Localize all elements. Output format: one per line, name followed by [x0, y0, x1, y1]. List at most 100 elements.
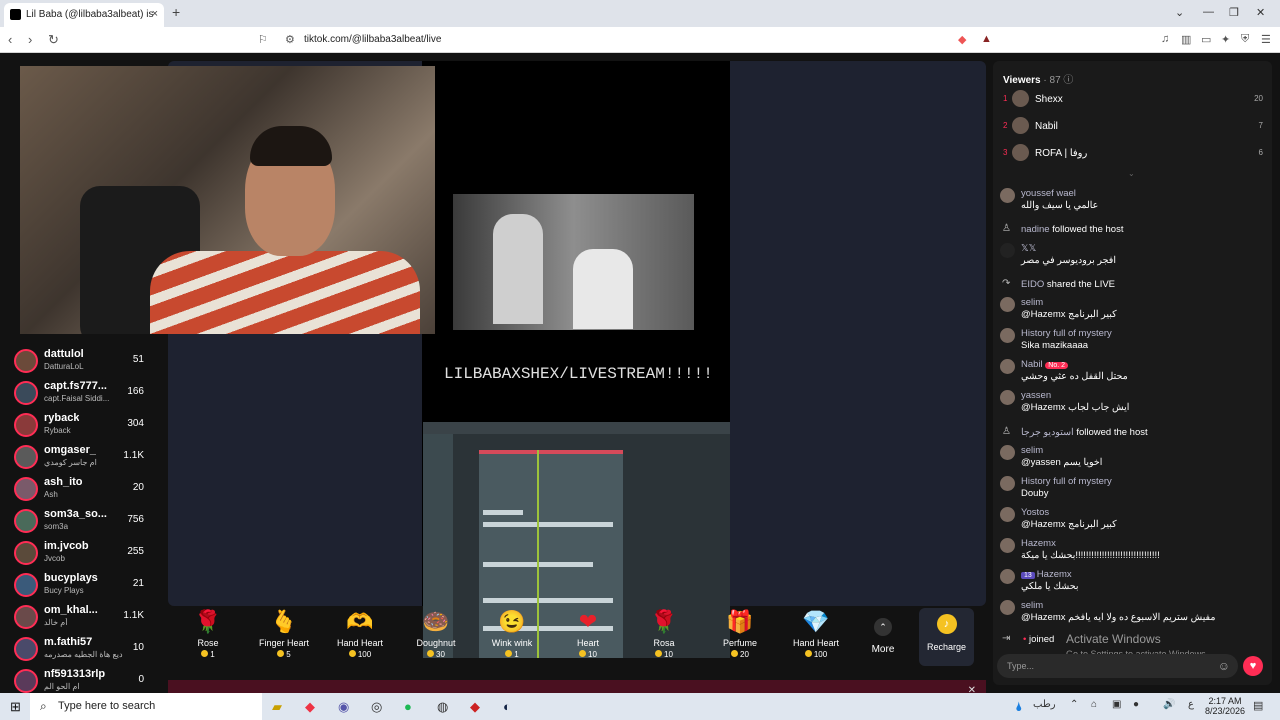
live-list-item[interactable]: som3a_so... som3a 756 [14, 507, 164, 537]
chat-text: محتل القفل ده عثي وحشي [1021, 371, 1128, 382]
chat-username[interactable]: 𝕏𝕏 [1021, 243, 1036, 254]
close-banner-icon[interactable]: ✕ [968, 685, 976, 693]
reload-icon[interactable]: ↻ [48, 32, 59, 48]
live-list-item[interactable]: nf591313rlp ام الحو الم 0 [14, 667, 164, 693]
coin-icon [277, 650, 285, 657]
gift-price: 10 [550, 650, 626, 659]
recharge-button[interactable]: ♪ Recharge [919, 608, 975, 666]
viewer-count: 10 [132, 642, 144, 653]
app-icon[interactable]: ◍ [437, 699, 448, 715]
top-viewer[interactable]: 3 ROFA | روفا 6 [1003, 144, 1263, 164]
gift-name: Finger Heart [258, 638, 310, 648]
site-info-icon[interactable]: ⚙ [285, 33, 295, 46]
chat-username[interactable]: selim [1021, 600, 1043, 611]
new-tab-button[interactable]: + [172, 4, 180, 20]
gift-item[interactable]: 🎁 Perfume 20 [702, 608, 778, 668]
info-icon[interactable]: ⓘ [1063, 75, 1073, 86]
discord-icon[interactable]: ◉ [338, 699, 349, 715]
tab-search-icon[interactable]: ⌄ [1175, 6, 1184, 19]
camera-icon[interactable]: ▣ [1112, 699, 1121, 710]
like-heart-button[interactable]: ♥ [1243, 656, 1263, 676]
brave-rewards-icon[interactable]: ▲ [981, 33, 992, 45]
gift-item[interactable]: 🫶 Hand Heart 100 [322, 608, 398, 668]
brave-browser-icon[interactable]: ◆ [305, 699, 315, 715]
chat-username[interactable]: youssef wael [1021, 188, 1076, 199]
network-icon[interactable]: ⌂ [1091, 699, 1097, 710]
app-icon[interactable]: ◆ [470, 699, 480, 715]
live-list-item[interactable]: im.jvcob Jvcob 255 [14, 539, 164, 569]
gift-item[interactable]: 🍩 Doughnut 30 [398, 608, 474, 668]
bookmark-icon[interactable]: ⚐ [258, 33, 268, 46]
emoji-icon[interactable]: ☺ [1218, 659, 1230, 673]
live-list-item[interactable]: ash_ito Ash 20 [14, 475, 164, 505]
brave-shield-icon[interactable]: ◆ [958, 33, 966, 46]
live-list-item[interactable]: ryback Ryback 304 [14, 411, 164, 441]
chat-username: Hazemx [1036, 569, 1072, 580]
chat-username[interactable]: nadine [1021, 224, 1050, 235]
microphone-icon[interactable]: ● [1133, 699, 1139, 710]
live-user-nickname: Ash [44, 490, 58, 499]
back-icon[interactable]: ‹ [8, 32, 12, 47]
input-language-icon[interactable]: ع [1188, 699, 1194, 710]
chat-username[interactable]: استوديو جرجا [1021, 427, 1074, 438]
daw-pattern-clip [483, 598, 613, 603]
live-list-item[interactable]: omgaser_ ام جاسر كومدي 1.1K [14, 443, 164, 473]
vpn-icon[interactable]: ⛨ [1241, 33, 1249, 46]
gift-item[interactable]: ❤ Heart 10 [550, 608, 626, 668]
live-list-item[interactable]: bucyplays Bucy Plays 21 [14, 571, 164, 601]
steam-icon[interactable]: ◐ [503, 699, 511, 714]
tray-chevron-icon[interactable]: ⌃ [1070, 699, 1078, 710]
live-list-item[interactable]: m.fathi57 ديع هاة الجطيه مصدرمه 10 [14, 635, 164, 665]
more-gifts-button[interactable]: ⌃ More [868, 608, 898, 655]
menu-icon[interactable]: ☰ [1261, 33, 1271, 46]
gift-item[interactable]: 😉 Wink wink 1 [474, 608, 550, 668]
chat-username[interactable]: History full of mystery [1021, 328, 1112, 339]
gift-item[interactable]: 🫰 Finger Heart 5 [246, 608, 322, 668]
live-list-item[interactable]: om_khal... أم خالد 1.1K [14, 603, 164, 633]
taskbar-clock[interactable]: 2:17 AM 8/23/2026 [1205, 696, 1245, 716]
gift-item[interactable]: 🌹 Rosa 10 [626, 608, 702, 668]
sidebar-icon[interactable]: ▥ [1181, 33, 1191, 46]
gift-item[interactable]: 🌹 Rose 1 [170, 608, 246, 668]
chat-username[interactable]: Yostos [1021, 507, 1049, 518]
gift-item[interactable]: 💎 Hand Heart 100 [778, 608, 854, 668]
chat-username[interactable]: Hazemx [1021, 538, 1056, 549]
maximize-icon[interactable]: ❐ [1229, 6, 1239, 19]
top-viewer[interactable]: 2 Nabil 7 [1003, 117, 1263, 137]
volume-icon[interactable]: 🔊 [1163, 699, 1175, 710]
chat-username[interactable]: History full of mystery [1021, 476, 1112, 487]
app-icon[interactable]: ◎ [371, 699, 382, 715]
tiktok-live-page: dattulol DatturaLoL 51 capt.fs777... cap… [0, 53, 1280, 693]
chat-username[interactable]: selim [1021, 445, 1043, 456]
url-field[interactable]: tiktok.com/@lilbaba3albeat/live [304, 34, 441, 45]
file-explorer-icon[interactable]: ▰ [272, 699, 282, 715]
media-icon[interactable]: ♫ [1161, 33, 1169, 45]
live-list-item[interactable]: capt.fs777... capt.Faisal Siddi... 166 [14, 379, 164, 409]
taskbar-search[interactable]: ⌕ Type here to search [30, 693, 262, 720]
browser-tab[interactable]: Lil Baba (@lilbaba3albeat) is × [4, 3, 164, 27]
chat-input[interactable]: Type... ☺ [997, 654, 1238, 678]
wallet-icon[interactable]: ▭ [1201, 33, 1211, 46]
chat-username[interactable]: yassen [1021, 390, 1051, 401]
chat-username-line[interactable]: Nabil No. 2 [1021, 359, 1069, 370]
chat-username[interactable]: EIDO [1021, 279, 1044, 290]
live-list-item[interactable]: dattulol DatturaLoL 51 [14, 347, 164, 377]
weather-icon[interactable]: 🌢 [1015, 699, 1023, 715]
close-tab-icon[interactable]: × [152, 8, 158, 20]
live-user-nickname: som3a [44, 522, 69, 531]
chevron-down-icon[interactable]: ⌄ [1128, 169, 1135, 178]
gift-name: Heart [576, 638, 599, 648]
gift-price-value: 10 [588, 650, 597, 659]
close-window-icon[interactable]: ✕ [1256, 6, 1265, 19]
windows-start-icon[interactable]: ⊞ [10, 699, 21, 715]
chat-username[interactable]: selim [1021, 297, 1043, 308]
spotify-icon[interactable]: ● [404, 699, 412, 714]
chat-username-line[interactable]: 13 Hazemx [1021, 569, 1072, 580]
browser-tab-bar: Lil Baba (@lilbaba3albeat) is × + ⌄ — ❐ … [0, 0, 1280, 27]
leo-icon[interactable]: ✦ [1221, 33, 1230, 46]
forward-icon[interactable]: › [28, 32, 32, 47]
minimize-icon[interactable]: — [1203, 6, 1214, 18]
notification-icon[interactable]: ▤ [1253, 699, 1263, 712]
top-viewer[interactable]: 1 Shexx 20 [1003, 90, 1263, 110]
coin-icon [655, 650, 663, 657]
